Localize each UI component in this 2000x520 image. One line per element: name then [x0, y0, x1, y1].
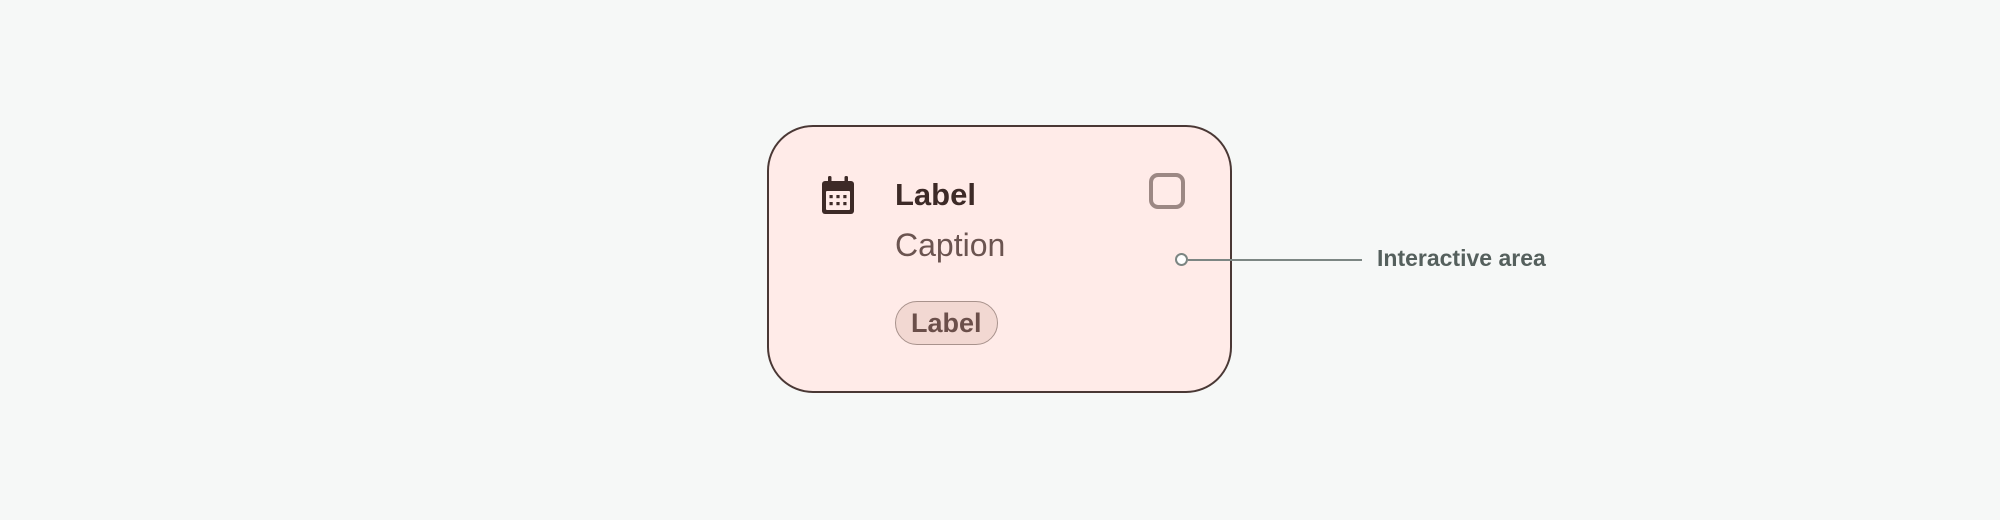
- checkbox[interactable]: [1149, 173, 1185, 209]
- callout-line: [1188, 259, 1362, 261]
- callout-dot: [1175, 253, 1188, 266]
- chip[interactable]: Label: [895, 301, 998, 345]
- card-label: Label: [895, 177, 976, 212]
- annotation-label: Interactive area: [1377, 245, 1546, 271]
- calendar-icon: [822, 176, 854, 214]
- interactive-card[interactable]: Label Caption Label: [767, 125, 1232, 393]
- card-caption: Caption: [895, 227, 1006, 263]
